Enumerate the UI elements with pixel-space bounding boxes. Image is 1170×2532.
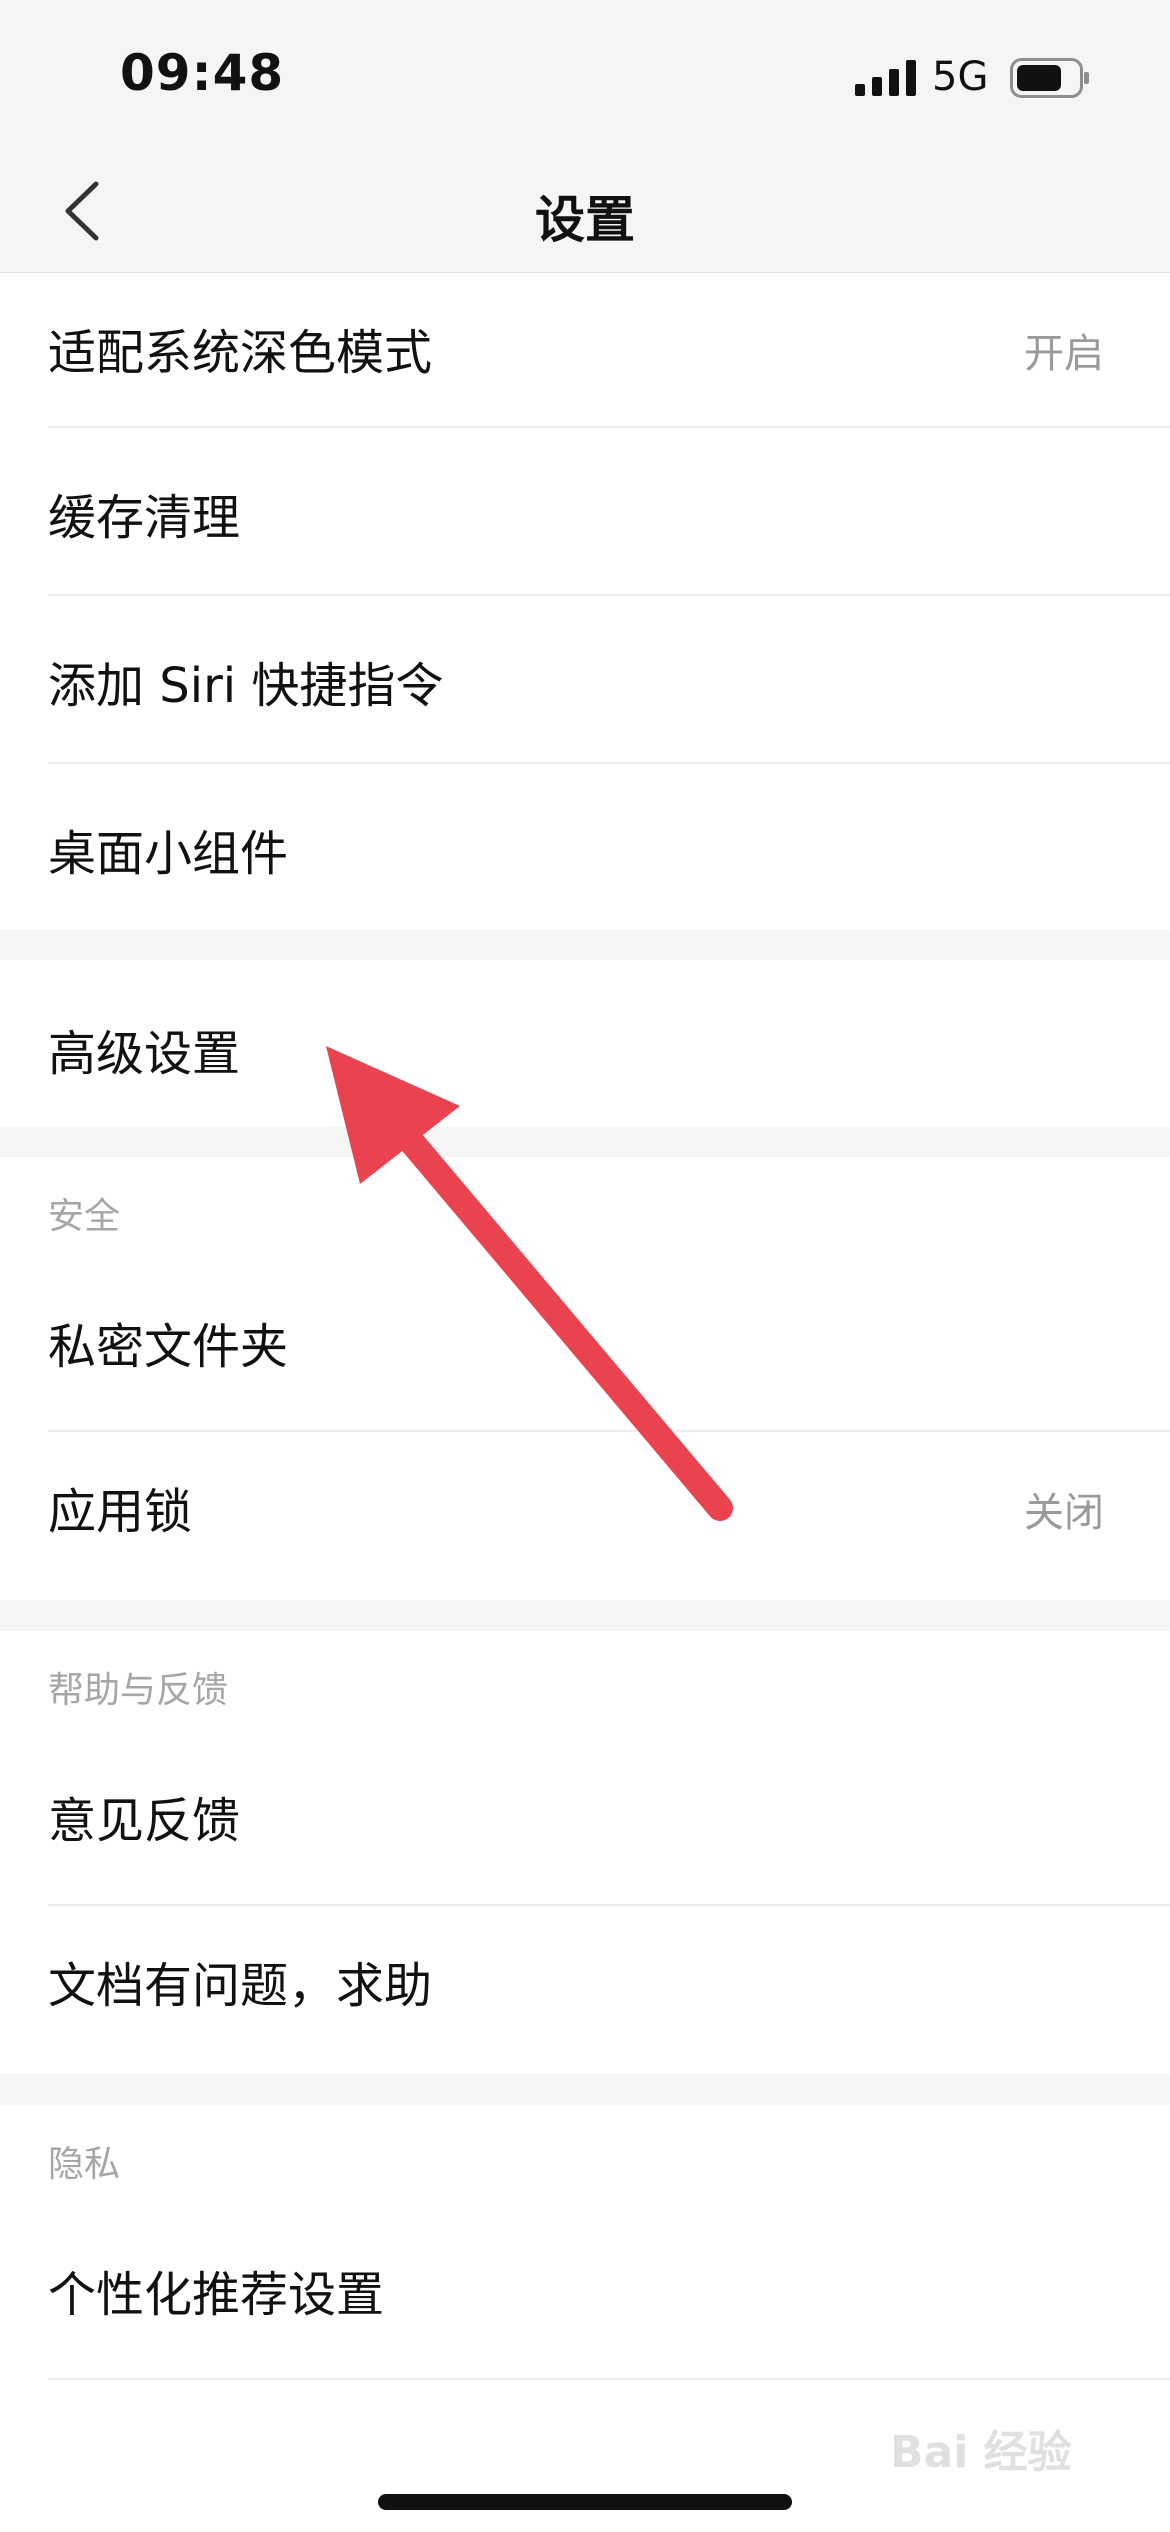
- row-siri-shortcut[interactable]: 添加 Siri 快捷指令: [0, 596, 1170, 763]
- annotation-arrow: [326, 1046, 733, 1521]
- settings-group-display: 适配系统深色模式 开启 缓存清理 添加 Siri 快捷指令 桌面小组件: [0, 273, 1170, 930]
- home-indicator: [378, 2494, 792, 2510]
- row-dark-mode[interactable]: 适配系统深色模式 开启: [0, 273, 1170, 440]
- section-title-help: 帮助与反馈: [48, 1670, 229, 1711]
- divider: [48, 2378, 1170, 2380]
- network-label: 5G: [932, 54, 989, 100]
- row-desktop-widget[interactable]: 桌面小组件: [0, 764, 1170, 931]
- status-time: 09:48: [120, 44, 285, 102]
- signal-icon: [855, 60, 916, 96]
- page-title: 设置: [535, 191, 635, 249]
- section-title-privacy: 隐私: [48, 2144, 121, 2185]
- row-personalized-recommendations[interactable]: 个性化推荐设置: [0, 2215, 1170, 2382]
- row-label: 意见反馈: [48, 1793, 241, 1849]
- row-label: 个性化推荐设置: [48, 2267, 385, 2323]
- row-cache-clean[interactable]: 缓存清理: [0, 428, 1170, 595]
- row-label: 高级设置: [48, 1026, 241, 1082]
- watermark: Bai 经验: [890, 2427, 1072, 2478]
- row-label: 适配系统深色模式: [48, 325, 433, 381]
- row-label: 应用锁: [48, 1484, 193, 1540]
- row-label: 添加 Siri 快捷指令: [48, 658, 444, 714]
- row-label: 私密文件夹: [48, 1319, 289, 1375]
- nav-bar: 设置: [0, 150, 1170, 273]
- battery-icon: [1010, 58, 1089, 98]
- row-value: 关闭: [1024, 1490, 1104, 1536]
- status-bar: 09:48 5G: [0, 0, 1170, 150]
- section-title-security: 安全: [48, 1196, 121, 1237]
- settings-group-help: 帮助与反馈 意见反馈 文档有问题，求助: [0, 1631, 1170, 2074]
- row-feedback[interactable]: 意见反馈: [0, 1741, 1170, 1908]
- row-label: 文档有问题，求助: [48, 1958, 433, 2014]
- row-label: 缓存清理: [48, 490, 241, 546]
- row-value: 开启: [1024, 331, 1104, 377]
- row-doc-help[interactable]: 文档有问题，求助: [0, 1906, 1170, 2073]
- row-label: 桌面小组件: [48, 826, 289, 882]
